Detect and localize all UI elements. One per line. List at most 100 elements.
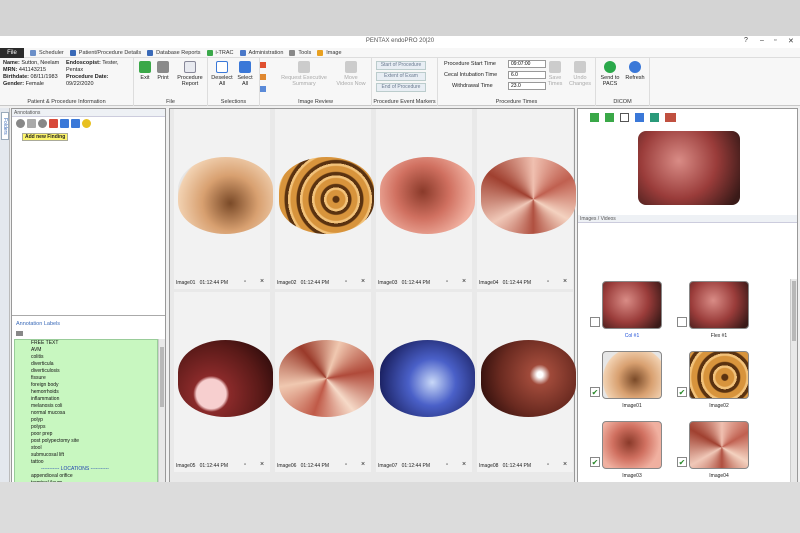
endoscopy-image[interactable] [178,340,273,417]
filter-icon[interactable] [16,331,23,336]
annotation-label-item[interactable]: submucosal lift [23,452,157,459]
image-tile[interactable]: Image04 01:12:44 PM ▫ × [477,109,576,289]
deselect-all-button[interactable]: Deselect All [211,61,233,87]
extent-marker-button[interactable]: Extent of Exam [376,72,426,81]
start-time-field[interactable] [508,60,546,68]
remove-icon[interactable]: × [361,461,365,468]
endoscopy-image[interactable] [178,157,273,234]
anatomy-icon[interactable] [665,113,676,122]
refresh-button[interactable]: Refresh [623,61,647,81]
media-thumbnail[interactable] [602,351,662,399]
view-icon[interactable]: ▫ [345,279,347,285]
save-times-button[interactable]: Save Times [546,61,564,87]
endoscopy-image[interactable] [380,340,475,417]
location-label-item[interactable]: appendiceal orifice [23,473,157,480]
annotation-label-item[interactable]: poor prep [23,431,157,438]
select-icon[interactable] [635,113,644,122]
close-icon[interactable]: ✕ [788,37,794,45]
exit-button[interactable]: Exit [137,61,153,81]
menu-item-tools[interactable]: Tools [289,49,311,56]
start-marker-button[interactable]: Start of Procedure [376,61,426,70]
move-up-icon[interactable] [60,119,69,128]
move-down-icon[interactable] [71,119,80,128]
remove-icon[interactable]: × [260,461,264,468]
annotation-label-item[interactable]: diverticula [23,361,157,368]
view-icon[interactable]: ▫ [547,279,549,285]
media-checkbox[interactable] [677,317,687,327]
media-checkbox[interactable] [590,317,600,327]
cecal-time-field[interactable] [508,71,546,79]
image-tile[interactable]: Image02 01:12:44 PM ▫ × [275,109,374,289]
image-tile[interactable]: Image07 01:12:44 PM ▫ × [376,292,475,472]
right-scrollbar[interactable] [790,279,797,482]
minimize-icon[interactable]: – [760,37,764,44]
annotation-label-item[interactable]: stool [23,445,157,452]
image-tile[interactable]: Image01 01:12:44 PM ▫ × [174,109,273,289]
media-checkbox[interactable]: ✔ [590,457,600,467]
media-checkbox[interactable]: ✔ [590,387,600,397]
media-thumbnail[interactable] [689,421,749,469]
star-icon[interactable] [82,119,91,128]
deselect-icon[interactable] [620,113,629,122]
menu-item-database-reports[interactable]: Database Reports [147,49,201,56]
folders-tab[interactable]: Folders [1,112,9,140]
image-tile[interactable]: Image03 01:12:44 PM ▫ × [376,109,475,289]
back-icon[interactable] [16,119,25,128]
endoscopy-image[interactable] [279,157,374,234]
remove-icon[interactable]: × [462,278,466,285]
remove-icon[interactable]: × [361,278,365,285]
view-icon[interactable]: ▫ [244,462,246,468]
annotation-label-item[interactable]: tattoo [23,459,157,466]
file-menu[interactable]: File [0,47,24,58]
media-checkbox[interactable]: ✔ [677,387,687,397]
media-thumbnail[interactable] [602,281,662,329]
remove-icon[interactable]: × [563,461,567,468]
annotation-label-item[interactable]: foreign body [23,382,157,389]
end-marker-button[interactable]: End of Procedure [376,83,426,92]
delete-icon[interactable] [49,119,58,128]
annotation-label-item[interactable]: colitis [23,354,157,361]
annotation-label-item[interactable]: hemorrhoids [23,389,157,396]
add-finding-button[interactable]: Add new Finding [22,133,69,141]
export-icon[interactable] [605,113,614,122]
menu-item-patient-procedure-details[interactable]: Patient/Procedure Details [69,49,141,56]
restore-icon[interactable]: ▫ [774,37,776,44]
edit-icon[interactable] [27,119,36,128]
help-icon[interactable]: ? [744,37,748,44]
withdrawal-time-field[interactable] [508,82,546,90]
image-tile[interactable]: Image06 01:12:44 PM ▫ × [275,292,374,472]
menu-item-administration[interactable]: Administration [239,49,283,56]
procedure-report-button[interactable]: Procedure Report [174,61,206,87]
view-icon[interactable]: ▫ [345,462,347,468]
menu-item-i-trac[interactable]: i-TRAC [206,49,234,56]
annotation-label-item[interactable]: inflammation [23,396,157,403]
image-tile[interactable]: Image08 01:12:44 PM ▫ × [477,292,576,472]
video-icon[interactable] [650,113,659,122]
request-summary-button[interactable]: Request Executive Summary [274,61,334,87]
media-thumbnail[interactable] [689,351,749,399]
import-icon[interactable] [590,113,599,122]
menu-item-image[interactable]: Image [317,49,342,56]
endoscopy-image[interactable] [481,340,576,417]
media-thumbnail[interactable] [689,281,749,329]
send-to-pacs-button[interactable]: Send to PACS [598,61,622,87]
endoscopy-image[interactable] [380,157,475,234]
print-button[interactable]: Print [156,61,170,81]
annotation-label-item[interactable]: AVM [23,347,157,354]
move-videos-button[interactable]: Move Videos Now [334,61,368,87]
forward-icon[interactable] [38,119,47,128]
label-list-scrollbar[interactable] [158,339,165,482]
remove-icon[interactable]: × [563,278,567,285]
annotation-label-item[interactable]: melanosis coli [23,403,157,410]
annotation-label-item[interactable]: post polypectomy site [23,438,157,445]
media-thumbnail[interactable] [602,421,662,469]
annotation-label-item[interactable]: diverticulosis [23,368,157,375]
remove-icon[interactable]: × [260,278,264,285]
annotation-label-item[interactable]: FREE TEXT [23,340,157,347]
view-icon[interactable]: ▫ [547,462,549,468]
image-tile[interactable]: Image05 01:12:44 PM ▫ × [174,292,273,472]
annotation-label-item[interactable]: polyp [23,417,157,424]
view-icon[interactable]: ▫ [446,279,448,285]
remove-icon[interactable]: × [462,461,466,468]
annotation-label-item[interactable]: fissure [23,375,157,382]
